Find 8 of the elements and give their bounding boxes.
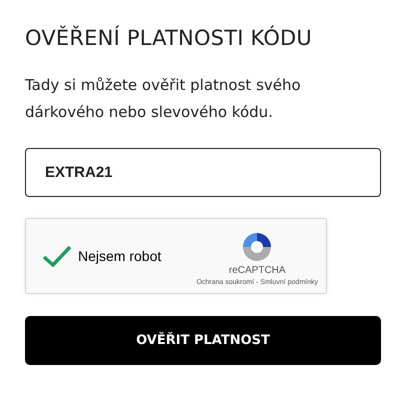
checkmark-icon[interactable]	[42, 245, 72, 267]
captcha-label: Nejsem robot	[78, 248, 162, 264]
verify-button[interactable]: OVĚŘIT PLATNOST	[25, 316, 381, 365]
page-title: OVĚŘENÍ PLATNOSTI KÓDU	[25, 26, 313, 50]
code-input-field[interactable]: EXTRA21	[25, 148, 381, 197]
recaptcha-brand-text: reCAPTCHA	[228, 264, 286, 276]
recaptcha-logo-icon	[241, 230, 274, 262]
description-text: Tady si můžete ověřit platnost svého dárkového nebo slevového kódu.	[25, 75, 302, 123]
